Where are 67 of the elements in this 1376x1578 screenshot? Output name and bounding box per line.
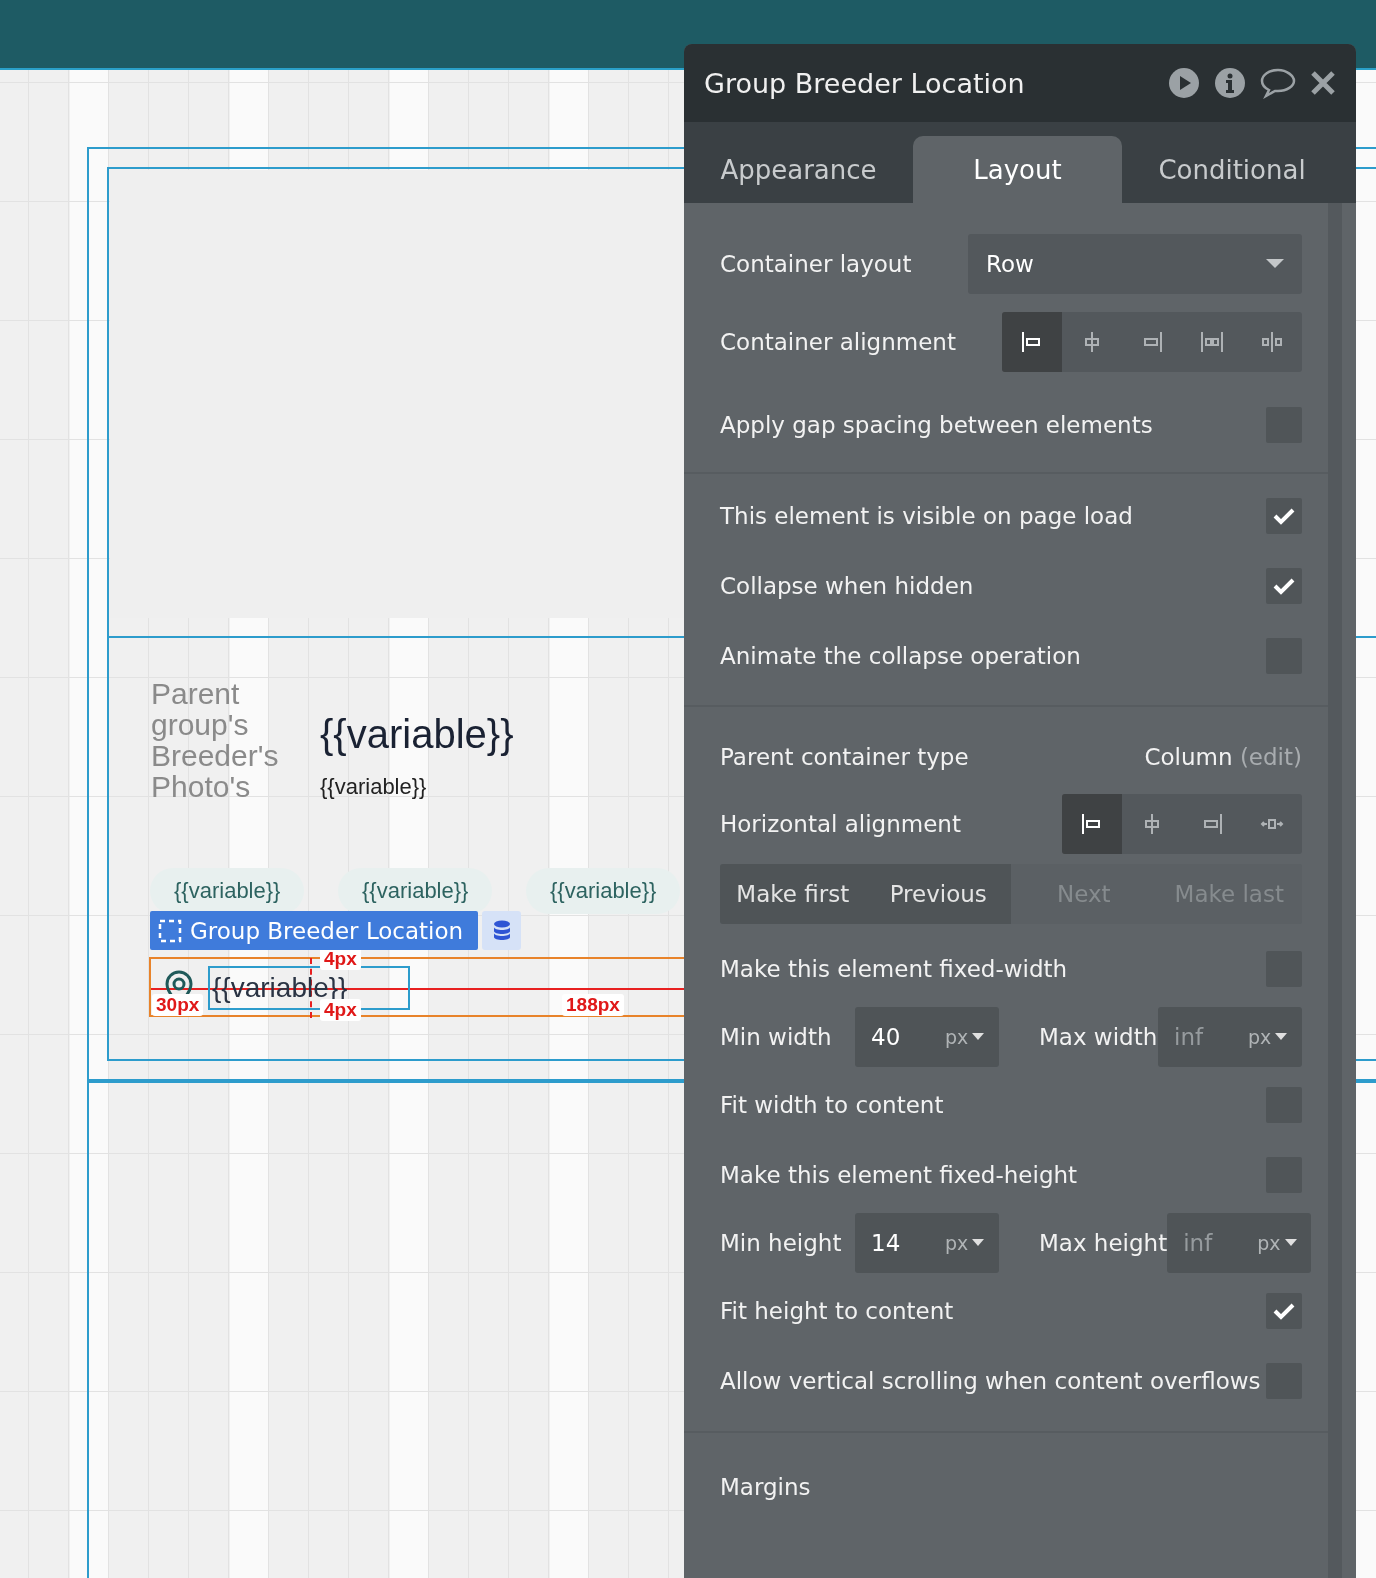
checkbox-label: Animate the collapse operation [720,643,1081,669]
checkbox-label: Collapse when hidden [720,573,974,599]
checkmark-icon [1273,1302,1295,1320]
subtitle-text: {{variable}} [320,774,427,800]
size-input[interactable]: inf [1183,1230,1254,1256]
alignment-icon [1200,330,1224,354]
size-input[interactable]: inf [1174,1024,1244,1050]
size-field[interactable]: 14 px [855,1213,999,1273]
size-field[interactable]: inf px [1167,1213,1312,1273]
size-input[interactable]: 40 [871,1024,941,1050]
info-icon[interactable] [1214,67,1246,99]
layout-dropdown[interactable]: Row [968,234,1302,294]
alignment-icon [1260,330,1284,354]
checkbox-label: Apply gap spacing between elements [720,412,1153,438]
measurement-label: 188px [562,994,624,1016]
field-label: Container layout [720,251,912,277]
checkbox-label: Make this element fixed-width [720,956,1068,982]
size-field[interactable]: 40 px [855,1007,999,1067]
field-label: Max height [1038,1230,1168,1256]
field-label: Max width [1038,1024,1158,1050]
reorder-button[interactable]: Previous [865,864,1011,924]
tag-pill: {{variable}} [150,868,305,914]
measurement-label: 4px [320,999,361,1021]
play-icon[interactable] [1168,67,1200,99]
field-label: Horizontal alignment [720,811,961,837]
checkbox-label: Fit height to content [720,1298,954,1324]
container-type-value: Column [1144,744,1233,770]
field-label: Min height [720,1230,843,1256]
field-label: Parent container type [720,744,969,770]
caret-icon [1275,1033,1288,1041]
checkbox[interactable] [1266,1293,1302,1329]
checkbox-label: Make this element fixed-height [720,1162,1078,1188]
checkbox-label: Allow vertical scrolling when content overflows [720,1368,1261,1394]
field-label: Container alignment [720,329,956,355]
close-icon[interactable] [1310,70,1336,96]
alignment-option[interactable] [1002,312,1062,372]
alignment-option[interactable] [1062,794,1122,854]
image-caption: Parent group's Breeder's Photo's [151,678,280,802]
checkmark-icon [1273,577,1295,595]
tab[interactable]: Appearance [684,136,913,203]
checkbox-label: Fit width to content [720,1092,944,1118]
checkmark-icon [1273,507,1295,525]
field-label: Min width [720,1024,833,1050]
tab[interactable]: Conditional [1122,136,1342,203]
measurement-label: 30px [152,994,204,1016]
comment-icon[interactable] [1260,67,1296,99]
element-label[interactable]: Group Breeder Location [150,911,478,950]
reorder-button[interactable]: Make first [720,864,866,924]
tag-pill: {{variable}} [526,868,681,914]
group-icon [158,918,182,943]
size-field[interactable]: inf px [1158,1007,1302,1067]
title-text: {{variable}} [320,712,514,757]
checkbox[interactable] [1266,498,1302,534]
caret-icon [972,1239,985,1247]
tab[interactable]: Layout [913,136,1122,203]
panel-title: Group Breeder Location [704,67,1026,99]
caret-icon [1266,259,1284,269]
database-button[interactable] [482,911,521,950]
caret-icon [1284,1239,1297,1247]
section-heading: Margins [720,1474,811,1500]
checkbox[interactable] [1266,568,1302,604]
measurement-label: 4px [320,948,361,970]
tag-pill: {{variable}} [338,868,493,914]
database-icon [492,919,511,942]
caret-icon [972,1033,985,1041]
checkbox-label: This element is visible on page load [720,503,1133,529]
size-input[interactable]: 14 [871,1230,941,1256]
